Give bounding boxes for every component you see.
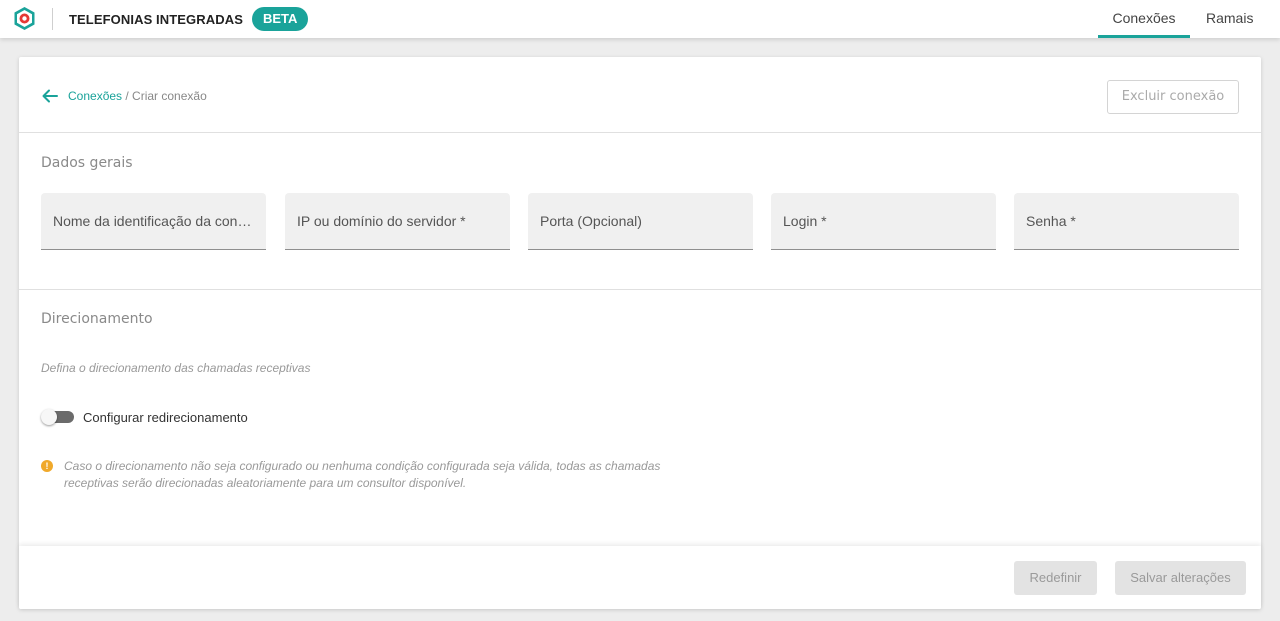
section-title-general: Dados gerais bbox=[41, 155, 133, 171]
redirect-toggle[interactable] bbox=[41, 409, 75, 425]
nav-tab-conexoes[interactable]: Conexões bbox=[1098, 0, 1190, 38]
reset-button[interactable]: Redefinir bbox=[1014, 561, 1097, 595]
password-field[interactable]: Senha * bbox=[1014, 193, 1239, 250]
port-label: Porta (Opcional) bbox=[540, 213, 642, 229]
connection-form-card: Conexões / Criar conexão Excluir conexão… bbox=[19, 57, 1261, 609]
app-title: TELEFONIAS INTEGRADAS bbox=[69, 12, 243, 27]
top-bar: TELEFONIAS INTEGRADAS BETA Conexões Rama… bbox=[0, 0, 1280, 38]
delete-connection-button[interactable]: Excluir conexão bbox=[1107, 80, 1239, 114]
login-label: Login * bbox=[783, 213, 827, 229]
section-divider bbox=[19, 289, 1261, 290]
breadcrumb-current: / Criar conexão bbox=[122, 89, 207, 103]
card-header: Conexões / Criar conexão Excluir conexão bbox=[19, 57, 1261, 133]
save-changes-button[interactable]: Salvar alterações bbox=[1115, 561, 1246, 595]
header-divider bbox=[52, 8, 53, 30]
routing-info-text: Caso o direcionamento não seja configura… bbox=[64, 459, 661, 490]
breadcrumb: Conexões / Criar conexão bbox=[68, 89, 207, 103]
toggle-thumb bbox=[41, 409, 57, 425]
section-title-routing: Direcionamento bbox=[41, 311, 153, 327]
password-label: Senha * bbox=[1026, 213, 1076, 229]
arrow-left-icon[interactable] bbox=[41, 87, 59, 105]
server-ip-label: IP ou domínio do servidor * bbox=[297, 213, 466, 229]
info-icon: ! bbox=[41, 460, 53, 472]
nav-tab-ramais[interactable]: Ramais bbox=[1206, 0, 1253, 38]
server-ip-field[interactable]: IP ou domínio do servidor * bbox=[285, 193, 510, 250]
logo-icon[interactable] bbox=[12, 6, 37, 31]
connection-name-field[interactable]: Nome da identificação da conexão * bbox=[41, 193, 266, 250]
login-field[interactable]: Login * bbox=[771, 193, 996, 250]
connection-name-label: Nome da identificação da conexão * bbox=[53, 213, 256, 229]
breadcrumb-link-conexoes[interactable]: Conexões bbox=[68, 89, 122, 103]
beta-badge: BETA bbox=[252, 7, 309, 31]
port-field[interactable]: Porta (Opcional) bbox=[528, 193, 753, 250]
routing-description: Defina o direcionamento das chamadas rec… bbox=[41, 361, 311, 375]
redirect-toggle-label[interactable]: Configurar redirecionamento bbox=[83, 410, 248, 425]
form-footer: Redefinir Salvar alterações bbox=[19, 546, 1261, 609]
